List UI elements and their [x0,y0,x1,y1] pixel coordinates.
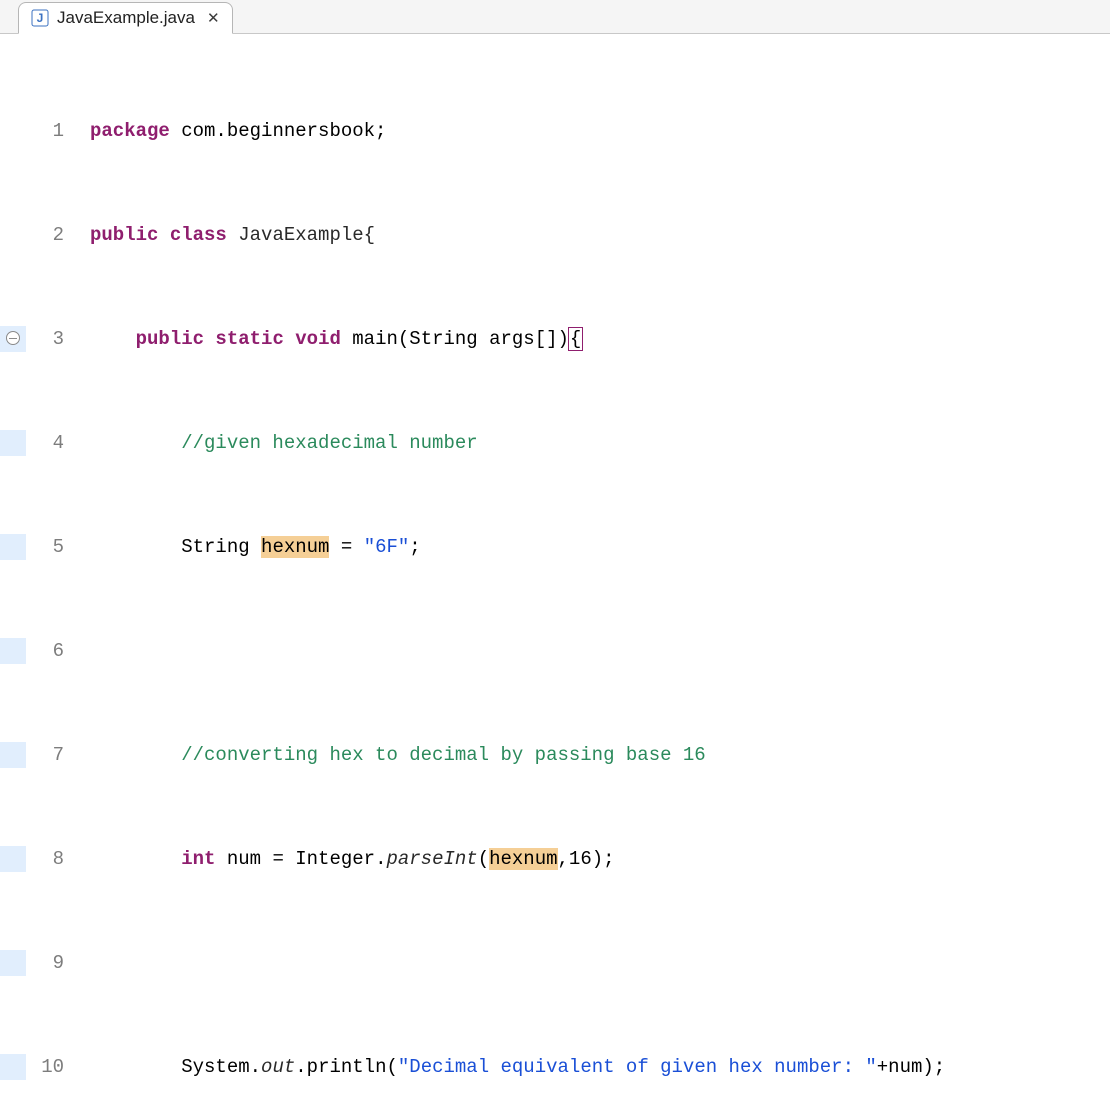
java-file-icon: J [31,9,49,27]
svg-text:J: J [37,11,44,25]
editor-area: J JavaExample.java ✕ 1 package com.begin… [0,0,1110,1112]
editor-file-tab[interactable]: J JavaExample.java ✕ [18,2,233,34]
line-number: 3 [26,326,68,352]
line-number: 2 [26,222,68,248]
line-number: 4 [26,430,68,456]
line-number: 7 [26,742,68,768]
line-number: 1 [26,118,68,144]
fold-gutter [0,118,26,144]
line-number: 10 [26,1054,68,1080]
line-number: 5 [26,534,68,560]
line-number: 9 [26,950,68,976]
line-number: 8 [26,846,68,872]
close-icon[interactable]: ✕ [207,9,220,28]
code-editor[interactable]: 1 package com.beginnersbook; 2 public cl… [0,34,1110,1112]
code-line: 1 package com.beginnersbook; [0,118,1110,144]
editor-tab-bar: J JavaExample.java ✕ [0,0,1110,34]
fold-minus-icon[interactable] [6,331,20,345]
editor-file-tab-label: JavaExample.java [57,8,195,28]
fold-gutter[interactable] [0,326,26,352]
line-number: 6 [26,638,68,664]
